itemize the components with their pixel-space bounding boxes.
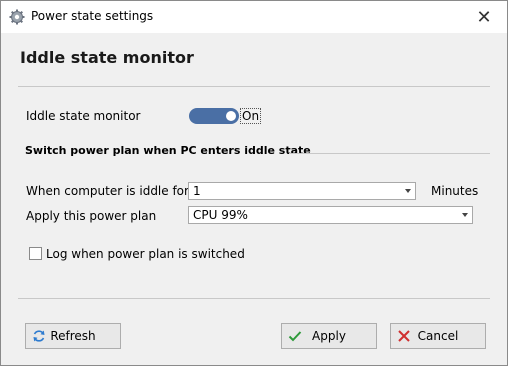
cancel-button[interactable]: Cancel	[390, 323, 486, 349]
idle-time-combo[interactable]: 1	[188, 182, 416, 200]
toggle-state-label[interactable]: On	[240, 108, 262, 124]
log-checkbox[interactable]	[29, 247, 42, 260]
divider	[18, 86, 490, 87]
dialog-window: Power state settings ✕ Iddle state monit…	[0, 0, 508, 366]
power-plan-label: Apply this power plan	[26, 209, 157, 223]
apply-button-label: Apply	[312, 329, 346, 343]
power-plan-select[interactable]: CPU 99%	[188, 206, 473, 224]
close-icon: ✕	[476, 6, 492, 28]
close-button[interactable]: ✕	[461, 1, 507, 33]
cancel-button-label: Cancel	[417, 329, 459, 343]
power-plan-value: CPU 99%	[193, 208, 248, 222]
chevron-down-icon[interactable]	[405, 189, 411, 193]
section-divider	[289, 153, 490, 154]
section-title: Switch power plan when PC enters iddle s…	[25, 144, 311, 157]
toggle-knob	[226, 111, 236, 121]
idle-time-label: When computer is iddle for	[26, 184, 189, 198]
monitor-toggle[interactable]	[189, 108, 239, 124]
title-bar: Power state settings ✕	[1, 1, 507, 33]
apply-button[interactable]: Apply	[281, 323, 377, 349]
log-checkbox-label[interactable]: Log when power plan is switched	[46, 247, 245, 261]
idle-time-value: 1	[193, 184, 201, 198]
footer-divider	[18, 298, 490, 299]
refresh-button-label: Refresh	[50, 329, 96, 343]
idle-unit-label: Minutes	[431, 184, 479, 198]
page-title: Iddle state monitor	[20, 48, 194, 67]
chevron-down-icon[interactable]	[462, 213, 468, 217]
refresh-button[interactable]: Refresh	[25, 323, 121, 349]
gear-icon	[9, 9, 25, 25]
monitor-label: Iddle state monitor	[26, 109, 141, 123]
window-title: Power state settings	[31, 9, 154, 23]
